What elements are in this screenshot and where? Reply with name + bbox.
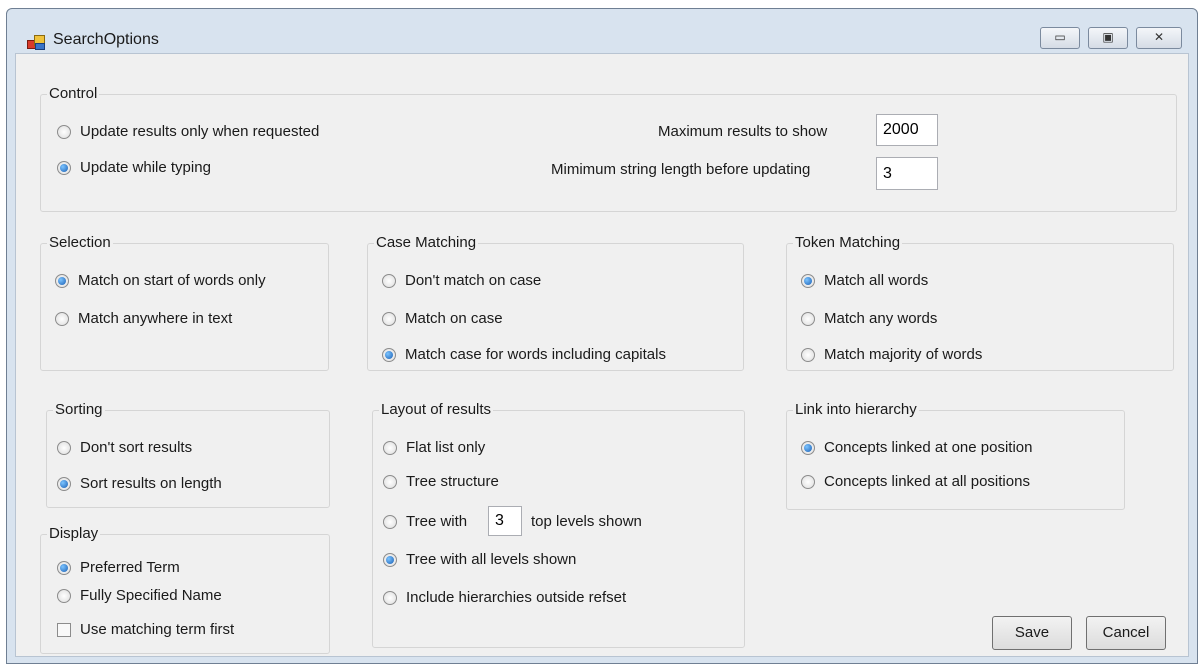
maximize-button[interactable]: ▣ (1088, 27, 1128, 49)
case-matching-legend: Case Matching (374, 234, 479, 251)
max-results-label: Maximum results to show (658, 123, 828, 140)
dialog-client-area: Control Update results only when request… (15, 53, 1189, 657)
radio-tree-structure[interactable]: Tree structure (383, 473, 499, 490)
case-matching-group: Case Matching Don't match on case Match … (367, 234, 744, 371)
radio-indicator (801, 311, 815, 326)
top-levels-label: top levels shown (531, 513, 642, 530)
radio-include-hierarchies[interactable]: Include hierarchies outside refset (383, 589, 626, 606)
radio-indicator (383, 590, 397, 605)
radio-indicator (55, 311, 69, 326)
radio-preferred-term[interactable]: Preferred Term (57, 559, 180, 576)
search-options-window: SearchOptions ▭ ▣ ✕ Control Update resul… (6, 8, 1198, 664)
radio-indicator (57, 588, 71, 603)
radio-indicator (383, 514, 397, 529)
app-icon (27, 35, 45, 50)
control-legend: Control (47, 85, 100, 102)
use-matching-term-checkbox[interactable]: Use matching term first (57, 621, 234, 638)
radio-indicator (382, 347, 396, 362)
radio-indicator (801, 474, 815, 489)
radio-match-all-words[interactable]: Match all words (801, 272, 928, 289)
minimize-button[interactable]: ▭ (1040, 27, 1080, 49)
radio-fully-specified-name[interactable]: Fully Specified Name (57, 587, 222, 604)
checkbox-indicator (57, 622, 71, 637)
radio-indicator (383, 440, 397, 455)
radio-indicator (57, 560, 71, 575)
radio-match-case[interactable]: Match on case (382, 310, 503, 327)
min-length-input[interactable] (876, 157, 938, 190)
radio-match-anywhere[interactable]: Match anywhere in text (55, 310, 232, 327)
radio-match-majority[interactable]: Match majority of words (801, 346, 982, 363)
close-button[interactable]: ✕ (1136, 27, 1182, 49)
radio-indicator (57, 160, 71, 175)
token-matching-group: Token Matching Match all words Match any… (786, 234, 1174, 371)
radio-indicator (383, 474, 397, 489)
display-group: Display Preferred Term Fully Specified N… (40, 525, 330, 654)
selection-legend: Selection (47, 234, 113, 251)
token-matching-legend: Token Matching (793, 234, 903, 251)
control-group: Control Update results only when request… (40, 85, 1177, 212)
title-bar[interactable]: SearchOptions ▭ ▣ ✕ (7, 9, 1197, 53)
radio-update-while-typing[interactable]: Update while typing (57, 159, 211, 176)
radio-match-start-of-words[interactable]: Match on start of words only (55, 272, 266, 289)
radio-indicator (801, 347, 815, 362)
radio-dont-match-case[interactable]: Don't match on case (382, 272, 541, 289)
radio-match-any-words[interactable]: Match any words (801, 310, 937, 327)
layout-results-legend: Layout of results (379, 401, 494, 418)
sorting-group: Sorting Don't sort results Sort results … (46, 401, 330, 508)
radio-flat-list[interactable]: Flat list only (383, 439, 485, 456)
radio-indicator (383, 552, 397, 567)
radio-indicator (801, 440, 815, 455)
radio-indicator (57, 124, 71, 139)
selection-group: Selection Match on start of words only M… (40, 234, 329, 371)
max-results-input[interactable] (876, 114, 938, 146)
window-title: SearchOptions (53, 31, 159, 48)
min-length-label: Mimimum string length before updating (551, 161, 811, 178)
radio-update-on-request[interactable]: Update results only when requested (57, 123, 319, 140)
radio-tree-with-levels[interactable]: Tree with (383, 513, 467, 530)
radio-indicator (57, 476, 71, 491)
radio-dont-sort[interactable]: Don't sort results (57, 439, 192, 456)
tree-levels-input[interactable] (488, 506, 522, 536)
radio-indicator (801, 273, 815, 288)
radio-linked-one-position[interactable]: Concepts linked at one position (801, 439, 1032, 456)
layout-results-group: Layout of results Flat list only Tree st… (372, 401, 745, 648)
radio-indicator (55, 273, 69, 288)
radio-linked-all-positions[interactable]: Concepts linked at all positions (801, 473, 1030, 490)
link-hierarchy-group: Link into hierarchy Concepts linked at o… (786, 401, 1125, 510)
radio-sort-on-length[interactable]: Sort results on length (57, 475, 222, 492)
sorting-legend: Sorting (53, 401, 105, 418)
radio-match-case-capitals[interactable]: Match case for words including capitals (382, 346, 666, 363)
link-hierarchy-legend: Link into hierarchy (793, 401, 919, 418)
radio-indicator (382, 311, 396, 326)
radio-indicator (382, 273, 396, 288)
radio-indicator (57, 440, 71, 455)
save-button[interactable]: Save (992, 616, 1072, 650)
radio-tree-all-levels[interactable]: Tree with all levels shown (383, 551, 576, 568)
cancel-button[interactable]: Cancel (1086, 616, 1166, 650)
display-legend: Display (47, 525, 101, 542)
